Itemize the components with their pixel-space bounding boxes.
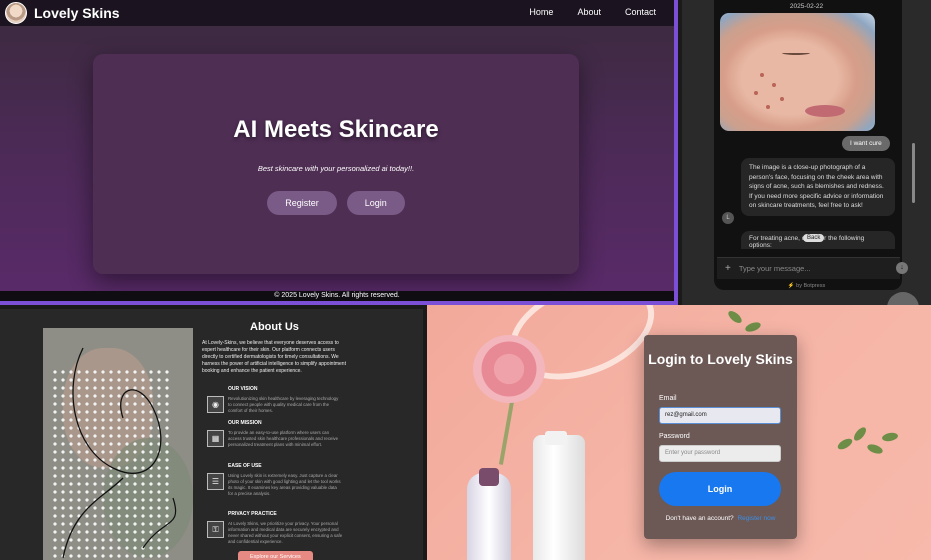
flower-stem — [498, 395, 516, 465]
logo[interactable] — [5, 2, 27, 24]
powered-by[interactable]: ⚡ by Botpress — [682, 283, 931, 289]
vision-body: Revolutionizing skin healthcare by lever… — [228, 396, 339, 413]
privacy-heading: PRIVACY PRACTICE — [228, 511, 277, 517]
face-line-art — [62, 347, 177, 559]
signup-text: Don't have an account? — [665, 515, 734, 522]
acne-spot — [760, 73, 764, 77]
chat-fab-button[interactable] — [887, 292, 919, 305]
acne-spot — [772, 83, 776, 87]
perfume-bottle — [467, 473, 511, 560]
login-submit-button[interactable]: Login — [659, 472, 781, 506]
explore-services-button[interactable]: Explore our Services — [238, 551, 313, 560]
ease-icon: ☰ — [207, 473, 224, 490]
about-title: About Us — [250, 321, 299, 333]
nav-contact[interactable]: Contact — [625, 7, 656, 17]
privacy-body: At Lovely Skins, we prioritize your priv… — [228, 521, 343, 544]
landing-page: Lovely Skins Home About Contact AI Meets… — [0, 0, 678, 305]
login-title: Login to Lovely Skins — [648, 351, 793, 367]
leaf — [726, 308, 744, 326]
acne-spot — [780, 97, 784, 101]
privacy-icon: ⚿ — [207, 521, 224, 538]
ease-heading: EASE OF USE — [228, 463, 262, 469]
send-icon[interactable]: ↓ — [896, 262, 908, 274]
login-card: Login to Lovely Skins Email rez@gmail.co… — [644, 335, 797, 539]
bot-message: The image is a close-up photograph of a … — [741, 158, 895, 216]
email-field[interactable]: rez@gmail.com — [659, 407, 781, 424]
hero-title: AI Meets Skincare — [233, 116, 439, 143]
carnation-flower — [473, 335, 545, 403]
about-section: About Us At Lovely-Skins, we believe tha… — [0, 309, 423, 560]
ease-body: Using Lovely skin is extremely easy. Jus… — [228, 473, 341, 496]
lotion-bottle — [533, 435, 585, 560]
chat-panel: 2025-02-22 I want cure The image is a cl… — [682, 0, 931, 305]
uploaded-skin-photo[interactable] — [720, 13, 875, 131]
email-label: Email — [659, 395, 677, 402]
line-art-illustration — [43, 328, 193, 560]
back-button[interactable]: Back — [803, 234, 825, 242]
plus-icon[interactable]: + — [725, 263, 731, 274]
perfume-cap — [479, 468, 499, 486]
register-link[interactable]: Register now — [737, 515, 775, 522]
acne-spot — [766, 105, 770, 109]
screenshot-collage: Lovely Skins Home About Contact AI Meets… — [0, 0, 931, 560]
photo-lips — [805, 105, 845, 117]
vision-icon: ◉ — [207, 396, 224, 413]
brand-name[interactable]: Lovely Skins — [34, 5, 120, 21]
message-input[interactable]: + Type your message... — [717, 257, 900, 279]
hero-card: AI Meets Skincare Best skincare with you… — [93, 54, 579, 274]
chat-scrollbar[interactable] — [912, 143, 915, 203]
mission-icon: ▦ — [207, 430, 224, 447]
leaf — [836, 436, 854, 452]
signup-prompt: Don't have an account? Register now — [644, 515, 797, 522]
leaf — [744, 320, 762, 334]
register-button[interactable]: Register — [267, 191, 337, 215]
navbar: Lovely Skins Home About Contact — [0, 0, 674, 26]
bot-avatar: L — [722, 212, 734, 224]
login-page: Login to Lovely Skins Email rez@gmail.co… — [427, 305, 931, 560]
password-label: Password — [659, 433, 690, 440]
acne-spot — [754, 91, 758, 95]
vision-heading: OUR VISION — [228, 386, 258, 392]
hero-tagline: Best skincare with your personalized ai … — [257, 164, 415, 173]
mission-body: To provide an easy-to-use platform where… — [228, 430, 339, 447]
user-message: I want cure — [842, 136, 890, 151]
password-field[interactable]: Enter your password — [659, 445, 781, 462]
chat-date: 2025-02-22 — [789, 3, 824, 10]
footer: © 2025 Lovely Skins. All rights reserved… — [0, 291, 674, 301]
mission-heading: OUR MISSION — [228, 420, 262, 426]
message-placeholder: Type your message... — [738, 264, 811, 273]
hero-buttons: Register Login — [93, 191, 579, 215]
leaf — [866, 442, 884, 456]
photo-eye — [782, 51, 810, 55]
nav-about[interactable]: About — [577, 7, 601, 17]
login-button[interactable]: Login — [346, 191, 405, 215]
leaf — [851, 425, 869, 443]
nav-links: Home About Contact — [529, 7, 656, 17]
bottle-pump — [545, 431, 567, 445]
nav-home[interactable]: Home — [529, 7, 553, 17]
about-intro: At Lovely-Skins, we believe that everyon… — [202, 340, 346, 374]
leaf — [881, 431, 899, 443]
